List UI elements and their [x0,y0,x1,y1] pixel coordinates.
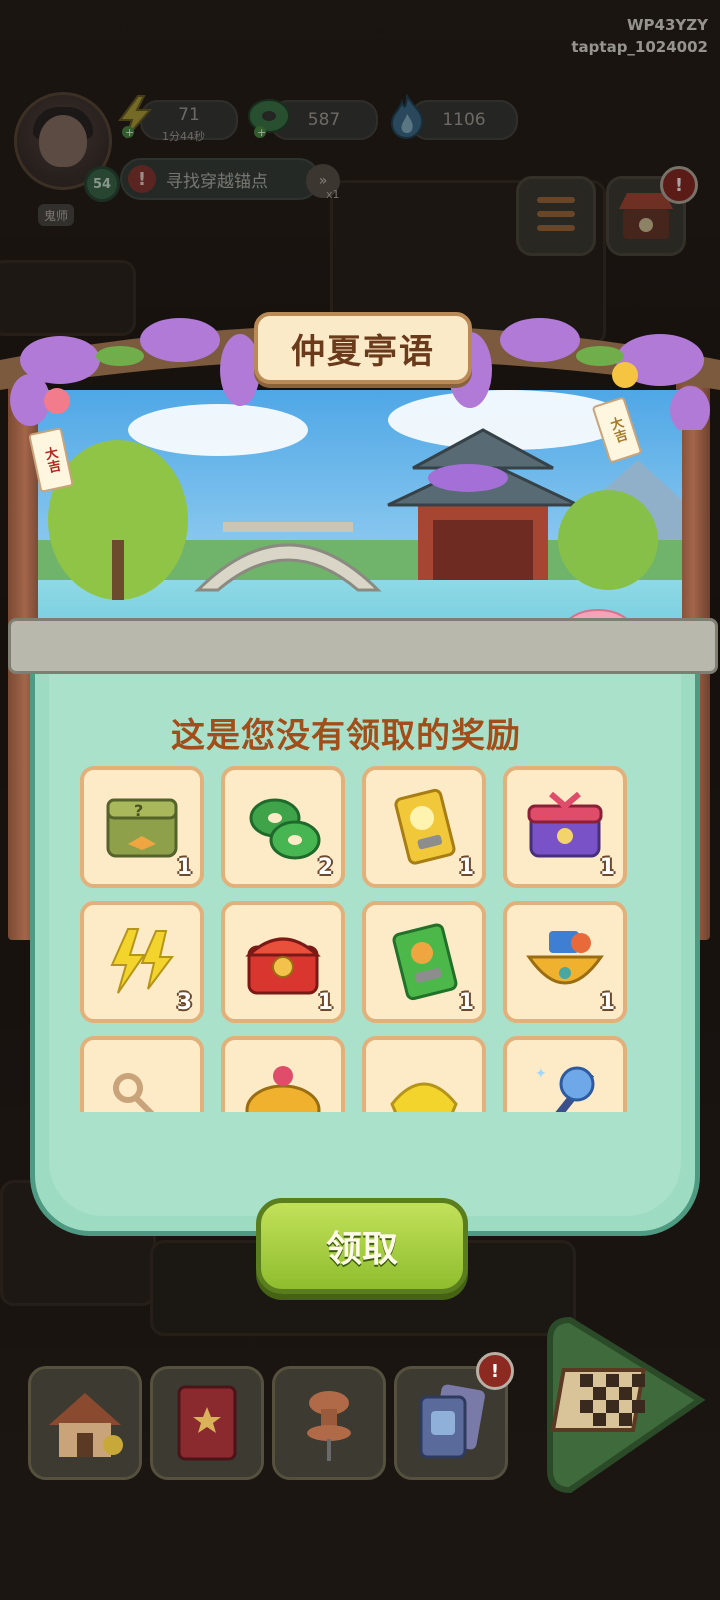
reward-slot[interactable]: 3 [80,901,204,1023]
purple-gift-chest-icon [527,791,603,858]
house-icon [49,1393,123,1457]
home-button[interactable] [28,1366,142,1480]
red-treasure-chest-icon [245,937,321,995]
pin-button[interactable] [272,1366,386,1480]
reward-slot[interactable]: ? 1 [80,766,204,888]
blue-wand-icon: ✦ [535,1066,595,1112]
treasure-bowl-icon [526,931,604,985]
green-ticket-icon [392,923,458,1001]
mystery-box-icon: ? [106,798,178,858]
svg-text:?: ? [134,801,143,820]
jade-coins-icon [249,798,321,860]
reward-qty: 2 [317,855,333,880]
chessboard-button[interactable] [540,1300,710,1500]
reward-slot[interactable] [221,1036,345,1112]
reward-slot[interactable]: 1 [221,901,345,1023]
reward-qty: 3 [176,990,192,1015]
gold-bag-icon [245,1066,321,1112]
reward-slot[interactable] [362,1036,486,1112]
key-icon [113,1073,155,1112]
dialog-title: 仲夏亭语 [254,312,472,384]
reward-slot[interactable]: 1 [503,766,627,888]
reward-slot[interactable]: 1 [503,901,627,1023]
stone-base [8,618,718,674]
chessboard-icon [550,1368,647,1432]
reward-slot[interactable]: ✦ [503,1036,627,1112]
red-bell-icon [44,388,70,414]
reward-qty: 1 [317,990,333,1015]
book-button[interactable] [150,1366,264,1480]
reward-slot[interactable] [80,1036,204,1112]
reward-qty: 1 [599,990,615,1015]
gold-lightning-icon [110,928,174,994]
book-icon [177,1385,237,1461]
gold-bell-icon [612,362,638,388]
reward-slot[interactable]: 1 [362,901,486,1023]
reward-slot[interactable]: 1 [362,766,486,888]
pushpin-icon [307,1391,351,1461]
gold-ticket-icon [394,788,456,865]
gold-ingot-icon [390,1082,458,1112]
reward-qty: 1 [599,855,615,880]
reward-grid[interactable]: ? 1 2 1 1 3 1 1 1 ✦ [80,766,628,1112]
reward-qty: 1 [458,990,474,1015]
reward-slot[interactable]: 2 [221,766,345,888]
reward-subtitle: 这是您没有领取的奖励 [171,716,521,756]
claim-button[interactable]: 领取 [256,1198,468,1294]
svg-text:✦: ✦ [535,1066,547,1082]
cards-alert-icon: ! [476,1352,514,1390]
reward-qty: 1 [458,855,474,880]
reward-qty: 1 [176,855,192,880]
